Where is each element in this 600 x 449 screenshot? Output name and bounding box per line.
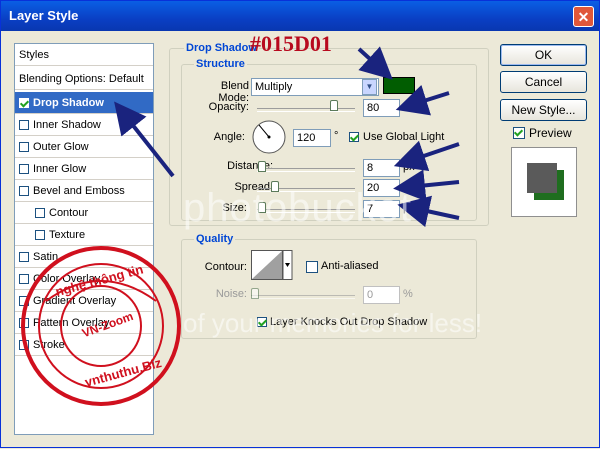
svg-text:nghệ thông tin: nghệ thông tin: [54, 261, 145, 299]
arrow-to-swatch: [357, 46, 393, 80]
arrow-to-distance: [393, 140, 460, 171]
watermark-text: photobucket: [183, 186, 412, 230]
watermark-subtext: of your memories for less!: [183, 308, 483, 338]
arrow-to-drop-shadow: [114, 101, 175, 178]
seal-stamp-icon: nghệ thông tin VN-Zoom vnthuthu.Biz: [21, 246, 181, 406]
arrow-to-spread: [393, 169, 460, 202]
layer-style-dialog: Layer Style ✕ Styles Blending Options: D…: [0, 0, 600, 448]
svg-text:VN-Zoom: VN-Zoom: [80, 309, 135, 340]
arrow-to-opacity: [395, 84, 450, 116]
arrow-to-size: [397, 195, 460, 228]
